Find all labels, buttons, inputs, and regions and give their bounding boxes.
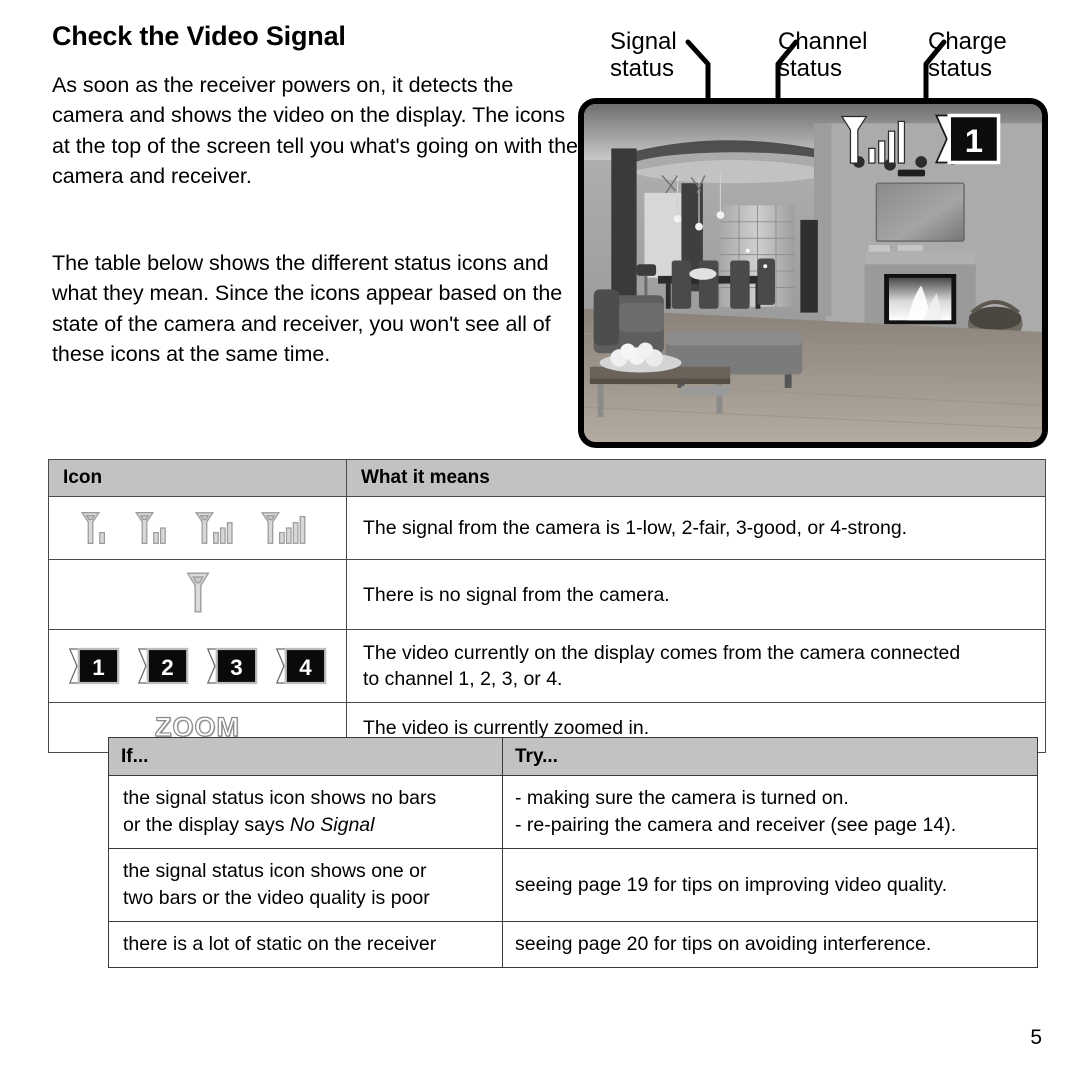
table-row: There is no signal from the camera.: [48, 559, 1046, 630]
callout-charge-status: Charge status: [928, 28, 1007, 82]
if-cell-2: the signal status icon shows one or two …: [108, 848, 503, 922]
table-row: the signal status icon shows no bars or …: [108, 775, 1038, 849]
page-number: 5: [1030, 1026, 1042, 1049]
intro-column: Check the Video Signal As soon as the re…: [52, 21, 582, 370]
header-icon: Icon: [48, 459, 347, 497]
if-line-1a: the signal status icon shows no bars: [123, 787, 437, 809]
if-line-2b: two bars or the video quality is poor: [123, 887, 430, 909]
table-row: the signal status icon shows one or two …: [108, 848, 1038, 922]
svg-text:1: 1: [92, 655, 104, 680]
try-cell-3: seeing page 20 for tips on avoiding inte…: [502, 921, 1038, 968]
no-signal-icon: [185, 572, 210, 613]
troubleshooting-table: If... Try... the signal status icon show…: [108, 737, 1038, 968]
callout-labels: Signal status Channel status Charge stat…: [600, 28, 1070, 111]
if-line-1b-text: or the display says: [123, 814, 290, 836]
try-cell-1: - making sure the camera is turned on. -…: [502, 775, 1038, 849]
channel-meaning: The video currently on the display comes…: [346, 629, 1046, 703]
try-cell-2: seeing page 19 for tips on improving vid…: [502, 848, 1038, 922]
intro-paragraph-2: The table below shows the different stat…: [52, 250, 563, 367]
channel-meaning-line-1: The video currently on the display comes…: [363, 642, 961, 664]
signal-bars-1-icon: [80, 512, 105, 544]
no-signal-icon-cell: [48, 559, 347, 630]
svg-text:4: 4: [299, 655, 312, 680]
if-cell-3: there is a lot of static on the receiver: [108, 921, 503, 968]
table-row: there is a lot of static on the receiver…: [108, 921, 1038, 968]
channel-2-icon: 2: [137, 647, 189, 685]
table-header-row: If... Try...: [108, 737, 1038, 776]
page-title: Check the Video Signal: [52, 21, 346, 51]
if-cell-1: the signal status icon shows no bars or …: [108, 775, 503, 849]
try-line-3a: seeing page 20 for tips on avoiding inte…: [515, 933, 932, 955]
channel-icons-cell: 1 2 3 4: [48, 629, 347, 703]
try-line-2a: seeing page 19 for tips on improving vid…: [515, 873, 948, 896]
channel-3-icon: 3: [206, 647, 258, 685]
svg-text:2: 2: [161, 655, 173, 680]
signal-bars-4-icon: [260, 512, 305, 544]
manual-page: Check the Video Signal As soon as the re…: [0, 0, 1080, 1080]
table-header-row: Icon What it means: [48, 459, 1046, 497]
signal-strength-meaning: The signal from the camera is 1-low, 2-f…: [346, 496, 1046, 560]
try-line-1b: - re-pairing the camera and receiver (se…: [515, 814, 957, 836]
if-line-1b: or the display says No Signal: [123, 812, 492, 839]
try-line-1a: - making sure the camera is turned on.: [515, 787, 849, 809]
header-if: If...: [108, 737, 503, 776]
channel-1-icon: 1: [68, 647, 120, 685]
receiver-screen-frame: 1: [578, 98, 1048, 448]
header-try: Try...: [502, 737, 1038, 776]
screen-photo: 1: [584, 104, 1042, 442]
callout-signal-status: Signal status: [610, 28, 677, 82]
living-room-photo: [584, 104, 1042, 442]
if-line-2a: the signal status icon shows one or: [123, 860, 427, 882]
signal-bars-3-icon: [194, 512, 233, 544]
icon-meaning-table: Icon What it means The signal from the c…: [48, 459, 1046, 753]
callout-channel-status: Channel status: [778, 28, 868, 82]
svg-text:3: 3: [230, 655, 242, 680]
intro-paragraph-1: As soon as the receiver powers on, it de…: [52, 72, 578, 189]
channel-4-icon: 4: [275, 647, 327, 685]
no-signal-italic: No Signal: [289, 814, 375, 836]
signal-bars-2-icon: [134, 512, 166, 544]
table-row: The signal from the camera is 1-low, 2-f…: [48, 496, 1046, 560]
channel-meaning-line-2: to channel 1, 2, 3, or 4.: [363, 668, 563, 690]
header-what-it-means: What it means: [346, 459, 1046, 497]
signal-strength-icons-cell: [48, 496, 347, 560]
no-signal-meaning: There is no signal from the camera.: [346, 559, 1046, 630]
if-line-3a: there is a lot of static on the receiver: [123, 933, 437, 955]
table-row: 1 2 3 4 The video currently on the displ…: [48, 629, 1046, 703]
